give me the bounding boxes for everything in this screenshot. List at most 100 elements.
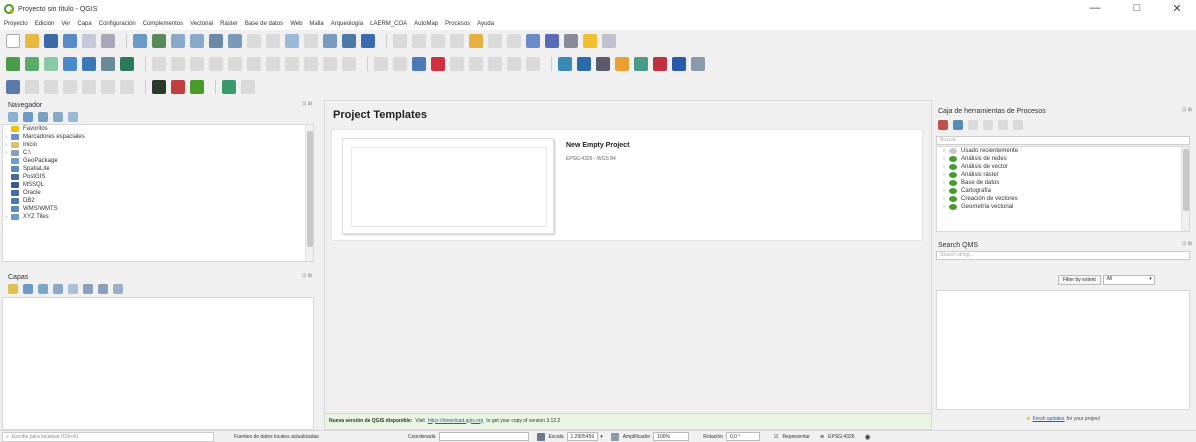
maximize-button[interactable]: □ (1122, 2, 1152, 14)
browser-scrollbar-thumb[interactable] (307, 131, 313, 247)
cut-features-icon[interactable] (266, 57, 280, 71)
menu-item[interactable]: Configuración (99, 21, 136, 27)
style-manager-icon[interactable] (101, 34, 115, 48)
plugin-globe-icon[interactable] (577, 57, 591, 71)
lock-icon[interactable] (610, 432, 619, 441)
processing-search-input[interactable]: Buscar... (936, 136, 1190, 145)
zoom-selection-icon[interactable] (247, 34, 261, 48)
raster-calc-icon[interactable] (152, 80, 166, 94)
cloud-settings-icon[interactable] (241, 80, 255, 94)
menu-item[interactable]: Ayuda (477, 21, 494, 27)
reshape-icon[interactable] (44, 80, 58, 94)
menu-item[interactable]: Base de datos (245, 21, 283, 27)
dock-controls[interactable]: ⊡ ⊠ (1182, 107, 1192, 113)
menu-item[interactable]: AutoMap (414, 21, 438, 27)
chevron-down-icon[interactable]: ▾ (600, 434, 603, 440)
highlight-labels-icon[interactable] (431, 57, 445, 71)
browser-tree-item[interactable]: SpatiaLite (3, 165, 313, 173)
toolbox-icon[interactable] (507, 34, 521, 48)
results-viewer-icon[interactable] (983, 120, 993, 130)
expander-icon[interactable]: › (941, 204, 947, 210)
advanced-digitize-icon[interactable] (25, 80, 39, 94)
undo-icon[interactable] (323, 57, 337, 71)
processing-tree-item[interactable]: › Creación de vectores (937, 195, 1189, 203)
copy-features-icon[interactable] (285, 57, 299, 71)
select-features-icon[interactable] (412, 34, 426, 48)
attribute-table-icon[interactable] (450, 34, 464, 48)
browser-tree-item[interactable]: WMS/WMTS (3, 205, 313, 213)
processing-tree-item[interactable]: › Base de datos (937, 179, 1189, 187)
fresh-updates-link[interactable]: Fresh updates (1033, 416, 1065, 422)
remove-layer-icon[interactable] (113, 284, 123, 294)
expander-icon[interactable]: › (3, 150, 9, 156)
edit-features-in-place-icon[interactable] (998, 120, 1008, 130)
browser-tree-item[interactable]: MSSQL (3, 181, 313, 189)
annotation-icon[interactable] (602, 34, 616, 48)
processing-scrollbar-thumb[interactable] (1183, 149, 1189, 211)
expander-icon[interactable]: › (941, 156, 947, 162)
save-project-icon[interactable] (44, 34, 58, 48)
zoom-in-icon[interactable] (171, 34, 185, 48)
paste-features-icon[interactable] (304, 57, 318, 71)
save-as-icon[interactable] (63, 34, 77, 48)
offset-curve-icon[interactable] (101, 80, 115, 94)
menu-item[interactable]: Proyecto (4, 21, 28, 27)
new-project-icon[interactable] (6, 34, 20, 48)
field-calculator-icon[interactable] (469, 34, 483, 48)
expand-all-icon[interactable] (83, 284, 93, 294)
expander-icon[interactable]: › (941, 188, 947, 194)
cloud-sync-icon[interactable] (222, 80, 236, 94)
menu-item[interactable]: LAERM_COA (370, 21, 407, 27)
add-wms-icon[interactable] (82, 57, 96, 71)
processing-tree-item[interactable]: › Análisis ráster (937, 171, 1189, 179)
move-diagram-icon[interactable] (526, 57, 540, 71)
zoom-out-icon[interactable] (190, 34, 204, 48)
collapse-all-icon[interactable] (98, 284, 108, 294)
menu-item[interactable]: Procesos (445, 21, 470, 27)
coordinate-field[interactable] (438, 432, 529, 441)
merge-features-icon[interactable] (82, 80, 96, 94)
add-vector-layer-icon[interactable] (6, 57, 20, 71)
digitize-icon[interactable] (209, 57, 223, 71)
manage-visibility-icon[interactable] (38, 284, 48, 294)
grid-plugin-icon[interactable] (634, 57, 648, 71)
menu-item[interactable]: Complementos (143, 21, 183, 27)
options-icon[interactable] (1013, 120, 1023, 130)
menu-item[interactable]: Vectorial (190, 21, 213, 27)
processing-tree[interactable]: › Usado recientemente › Análisis de redes › A… (936, 146, 1190, 232)
expander-icon[interactable]: › (3, 214, 9, 220)
pointer-icon[interactable] (6, 80, 20, 94)
georeferencer-icon[interactable] (558, 57, 572, 71)
browser-tree-item[interactable]: PostGIS (3, 173, 313, 181)
processing-scrollbar[interactable] (1181, 147, 1189, 231)
redo-icon[interactable] (342, 57, 356, 71)
messages-icon[interactable]: ◉ (865, 433, 871, 441)
magnifier-field[interactable]: 100% (653, 432, 690, 441)
measure-icon[interactable] (564, 34, 578, 48)
sigma-icon[interactable] (545, 34, 559, 48)
show-hide-labels-icon[interactable] (507, 57, 521, 71)
browser-tree-item[interactable]: DB2 (3, 197, 313, 205)
browser-tree-item[interactable]: Favoritos (3, 125, 313, 133)
zoom-native-icon[interactable] (266, 34, 280, 48)
filter-select[interactable]: All ▾ (1102, 275, 1155, 285)
scripts-icon[interactable] (953, 120, 963, 130)
properties-icon[interactable] (68, 112, 78, 122)
menu-item[interactable]: Arqueología (331, 21, 363, 27)
add-mesh-icon[interactable] (101, 57, 115, 71)
qms-search-input[interactable]: Search string... (936, 251, 1190, 260)
browser-tree-item[interactable]: › XYZ Tiles (3, 213, 313, 221)
browser-scrollbar[interactable] (305, 125, 313, 261)
current-edits-icon[interactable] (152, 57, 166, 71)
scale-field[interactable]: 1:2905459 (566, 432, 599, 441)
expander-icon[interactable]: › (3, 134, 9, 140)
processing-tree-item[interactable]: › Análisis de redes (937, 155, 1189, 163)
menu-item[interactable]: Ver (61, 21, 70, 27)
print-layout-icon[interactable] (82, 34, 96, 48)
open-project-icon[interactable] (25, 34, 39, 48)
zoom-layer-icon[interactable] (228, 34, 242, 48)
download-link[interactable]: https://download.qgis.org (428, 418, 484, 424)
add-group-icon[interactable] (23, 284, 33, 294)
dock-controls[interactable]: ⊡ ⊠ (1182, 241, 1192, 247)
extents-toggle-icon[interactable] (536, 432, 545, 441)
